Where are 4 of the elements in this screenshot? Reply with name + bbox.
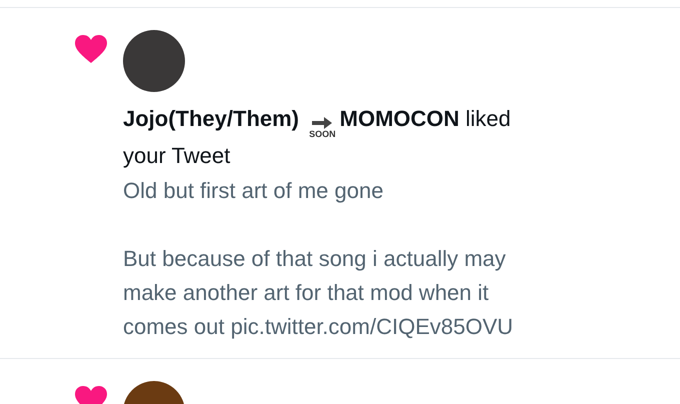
arrow-icon	[311, 116, 334, 130]
tweet-text: Old but first art of me gone But because of that song i actually may make another art for that mod when it comes out pic.twitter.com/CIQEv85OVU	[123, 177, 514, 341]
heart-icon	[74, 34, 108, 64]
notification-text: Jojo(They/Them) SOON MOMOCON liked your Tweet	[123, 105, 512, 170]
